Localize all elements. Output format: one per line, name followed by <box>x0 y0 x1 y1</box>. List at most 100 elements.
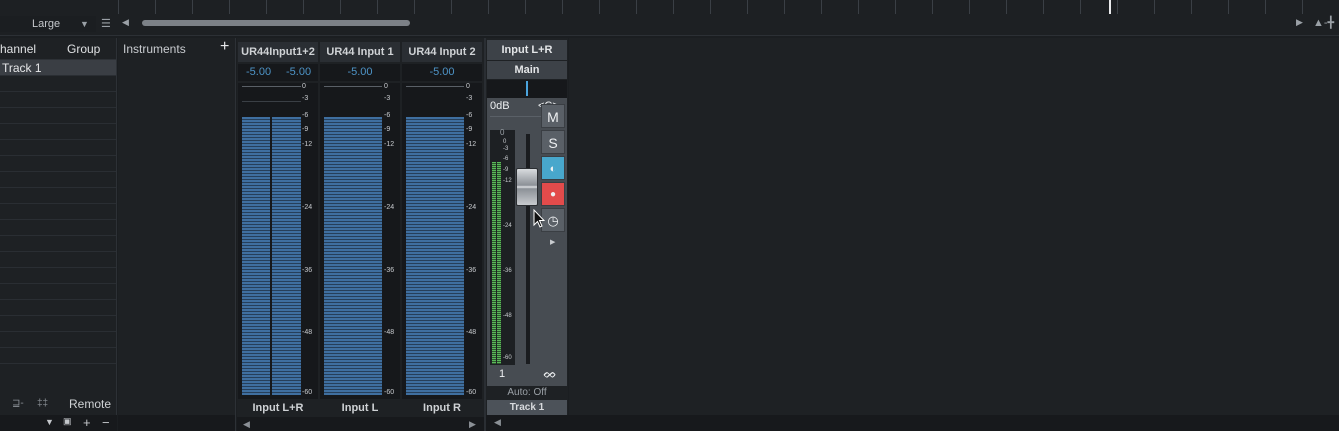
meter-scale-label: -6 <box>466 112 473 119</box>
ruler-tick <box>969 0 970 14</box>
automation-mode[interactable]: Auto: Off <box>487 386 567 400</box>
ruler-tick <box>488 0 489 14</box>
ruler-tick <box>1228 0 1229 14</box>
zoom-icon[interactable]: ▲-╋ <box>1313 16 1334 29</box>
record-arm-button[interactable]: ● <box>541 182 565 206</box>
scroll-left-icon[interactable]: ◀ <box>494 417 501 428</box>
channel-list-panel: hannel Group Track 1 ⊒- ‡‡ Remote ▼ ▣ + … <box>0 38 117 431</box>
meter-scale-label: -12 <box>384 141 395 148</box>
list-item <box>0 124 116 140</box>
input-strip: UR44 Input 1 -5.00 0 -3 -6 -9 -12 -24 -36 -48 -6… <box>320 42 400 417</box>
channel-body: 0dB <C> 0 0-3-6-9-12-24-36-48-60 M S ◐ ●… <box>487 98 567 386</box>
arrange-icon[interactable]: ‡‡ <box>37 398 48 409</box>
meter-bar-left <box>242 117 270 395</box>
console-empty-area <box>569 38 1339 415</box>
mute-button[interactable]: M <box>541 104 565 128</box>
ruler-tick <box>673 0 674 14</box>
instruments-title: Instruments <box>123 42 186 56</box>
track-name-label[interactable]: Track 1 <box>487 400 567 415</box>
meter-scale-label: -24 <box>466 204 477 211</box>
channel-strip-track-1: Input L+R Main 0dB <C> 0 0-3-6-9-12-24-3… <box>486 38 568 415</box>
meter-scale-label: -6 <box>302 112 309 119</box>
meter-scale-label: 0 <box>466 83 470 90</box>
horizontal-scrollbar[interactable] <box>142 20 410 26</box>
lock-icon[interactable]: ▣ <box>63 416 72 427</box>
meter-scale-label: -9 <box>503 167 509 173</box>
timeline-ruler[interactable] <box>118 0 1339 14</box>
meter-scale-label: -24 <box>503 223 512 229</box>
peak-value[interactable]: 0 <box>500 128 504 137</box>
scroll-left-icon[interactable]: ◀ <box>243 419 250 430</box>
ruler-tick <box>747 0 748 14</box>
strip-label: Input R <box>423 402 461 414</box>
ruler-tick <box>821 0 822 14</box>
gain-display[interactable]: -5.00 <box>320 64 400 81</box>
output-select[interactable]: Main <box>487 61 567 79</box>
playhead[interactable] <box>1109 0 1111 14</box>
meter-bar-left <box>492 162 496 364</box>
chevron-down-icon: ▼ <box>80 19 89 29</box>
track-number: 1 <box>499 368 506 380</box>
ruler-tick <box>636 0 637 14</box>
ruler-tick <box>192 0 193 14</box>
column-group[interactable]: Group <box>67 42 100 56</box>
meter-scale-label: -3 <box>503 146 509 152</box>
ruler-tick <box>155 0 156 14</box>
mixer-bottom-scrollbar[interactable]: ◀ ▶ <box>237 417 484 431</box>
meter-bar-right <box>497 162 501 364</box>
size-select-value: Large <box>32 18 61 30</box>
strip-name[interactable]: UR44Input1+2 <box>238 42 318 62</box>
meter-scale-label: -48 <box>503 313 512 319</box>
gain-right[interactable]: -5.00 <box>286 64 311 81</box>
waveform-icon[interactable]: ᨖ <box>543 366 557 382</box>
volume-value[interactable]: 0dB <box>490 100 510 112</box>
ruler-tick <box>895 0 896 14</box>
strip-name[interactable]: UR44 Input 2 <box>402 42 482 62</box>
list-item[interactable]: Track 1 <box>0 60 116 76</box>
scroll-right-icon[interactable]: ▶ <box>469 419 476 430</box>
column-channel[interactable]: hannel <box>0 42 36 56</box>
meter-bar-right <box>272 117 301 395</box>
strip-name[interactable]: UR44 Input 1 <box>320 42 400 62</box>
meter-scale-label: -6 <box>384 112 391 119</box>
solo-button[interactable]: S <box>541 130 565 154</box>
pan-slider[interactable] <box>487 80 567 98</box>
scroll-right-icon[interactable]: ▶ <box>1296 17 1303 28</box>
list-item <box>0 220 116 236</box>
list-icon[interactable]: ☰ <box>101 17 111 30</box>
list-item <box>0 92 116 108</box>
meter-scale-label: -60 <box>503 355 512 361</box>
monitor-button[interactable]: ◐ <box>541 156 565 180</box>
meter-scale-label: -36 <box>302 267 313 274</box>
remote-button[interactable]: Remote <box>69 397 111 411</box>
ruler-tick <box>932 0 933 14</box>
console-bottom-scrollbar[interactable]: ◀ <box>486 415 1339 431</box>
remove-icon[interactable]: − <box>102 415 110 430</box>
add-icon[interactable]: + <box>83 415 91 430</box>
meter-scale-label: -24 <box>384 204 395 211</box>
input-select[interactable]: Input L+R <box>487 40 567 60</box>
meter-scale-label: -9 <box>466 126 473 133</box>
input-strip: UR44Input1+2 -5.00 -5.00 0 -3 -6 -9 -12 -24 -3… <box>238 42 318 417</box>
gain-display[interactable]: -5.00 <box>402 64 482 81</box>
instruments-bottom-bar <box>118 415 235 431</box>
volume-fader[interactable] <box>516 168 538 206</box>
size-select[interactable]: Large ▼ <box>0 16 96 32</box>
list-item <box>0 300 116 316</box>
list-item <box>0 76 116 92</box>
list-item <box>0 348 116 364</box>
add-instrument-button[interactable]: + <box>220 38 229 56</box>
expand-icon[interactable]: ▶ <box>550 238 555 246</box>
meter-scale-label: -36 <box>503 268 512 274</box>
input-mixer: UR44Input1+2 -5.00 -5.00 0 -3 -6 -9 -12 -24 -3… <box>237 38 484 431</box>
meter-scale-label: -12 <box>302 141 313 148</box>
scroll-left-icon[interactable]: ◀ <box>122 17 129 28</box>
chevron-down-icon[interactable]: ▼ <box>45 417 54 427</box>
strip-label: Input L <box>341 402 379 414</box>
group-icon[interactable]: ⊒- <box>12 398 24 409</box>
list-item <box>0 188 116 204</box>
ruler-tick <box>710 0 711 14</box>
gain-left[interactable]: -5.00 <box>246 64 271 81</box>
list-item <box>0 332 116 348</box>
level-meter: 0 -3 -6 -9 -12 -24 -36 -48 -60 <box>320 83 400 399</box>
